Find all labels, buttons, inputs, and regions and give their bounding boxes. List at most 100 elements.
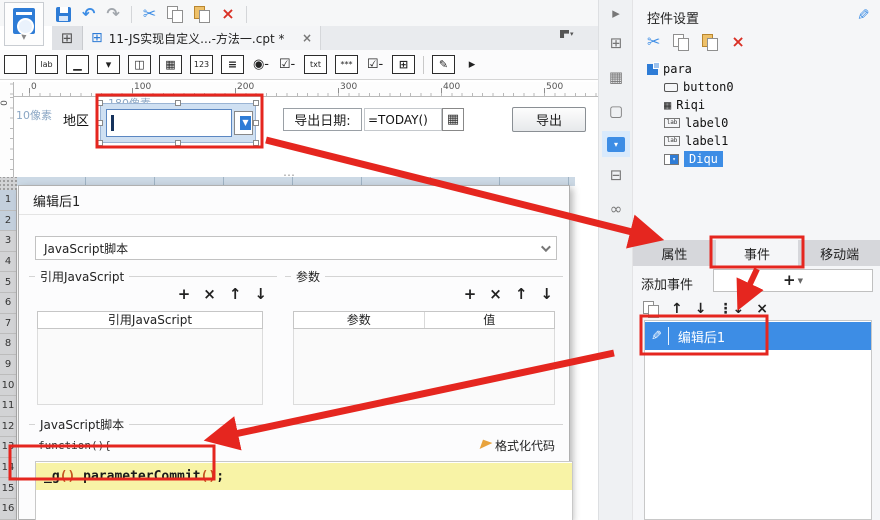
collapse-icon[interactable]: ▸ <box>599 6 633 21</box>
tree-item-para[interactable]: para <box>647 60 867 78</box>
code-editor[interactable]: _g().parameterCommit(); <box>35 461 573 520</box>
selection-handle[interactable] <box>253 120 259 126</box>
number-icon[interactable]: 123 <box>190 55 213 74</box>
row-header[interactable]: 15 <box>0 478 16 499</box>
selected-combobox-widget[interactable]: ▼ <box>100 103 256 143</box>
undo-icon[interactable]: ↶ <box>82 6 95 22</box>
combocheck-icon[interactable]: ◫ <box>128 55 151 74</box>
event-type-select[interactable]: JavaScript脚本 <box>35 236 557 260</box>
add-event-button[interactable]: + ▼ <box>713 269 873 292</box>
copy-icon[interactable] <box>673 34 690 51</box>
form-canvas[interactable]: 180像素 10像素 地区 ▼ 导出日期: =TODAY() ▦ 导出 <box>14 97 598 178</box>
row-header[interactable]: 2 <box>0 210 16 232</box>
format-code-button[interactable]: 格式化代码 <box>479 437 555 454</box>
column-header[interactable]: 值 <box>423 312 555 328</box>
delete-icon[interactable]: × <box>756 302 768 316</box>
add-icon[interactable]: + <box>178 287 191 302</box>
label-icon[interactable]: lab <box>35 55 58 74</box>
move-up-icon[interactable]: ↑ <box>229 287 242 302</box>
row-header[interactable]: 8 <box>0 334 16 355</box>
row-header[interactable]: 6 <box>0 293 16 314</box>
checkbox-icon[interactable]: ☑- <box>366 55 384 74</box>
event-list-item[interactable]: ✎ 编辑后1 <box>645 322 871 350</box>
move-down-icon[interactable]: ↓ <box>540 287 553 302</box>
delete-icon[interactable]: × <box>731 34 744 50</box>
delete-icon[interactable]: × <box>203 287 216 302</box>
report-blocks-icon[interactable]: ⊞ <box>599 36 633 51</box>
textfield-icon[interactable]: ▁ <box>66 55 89 74</box>
selection-handle[interactable] <box>97 100 103 106</box>
radiogroup-icon[interactable]: ◉- <box>252 55 270 74</box>
row-header[interactable]: 9 <box>0 355 16 376</box>
code-text[interactable]: _g().parameterCommit(); <box>36 469 224 484</box>
cut-icon[interactable]: ✂ <box>143 6 156 22</box>
cell-attributes-icon[interactable]: ▦ <box>599 70 633 85</box>
link-icon[interactable]: ∞ <box>599 202 633 217</box>
row-header[interactable]: 16 <box>0 499 16 520</box>
date-formula-field[interactable]: =TODAY() <box>364 108 442 131</box>
widget-settings-icon[interactable]: ▾ <box>602 131 630 157</box>
column-header[interactable]: 参数 <box>294 312 424 328</box>
textbox-icon[interactable] <box>4 55 27 74</box>
close-tab-icon[interactable]: × <box>302 31 312 45</box>
paste-icon[interactable] <box>702 34 719 51</box>
layers-icon[interactable]: ⊟ <box>599 168 633 183</box>
sheet-grid-icon[interactable]: ⊞ <box>52 26 83 50</box>
row-header[interactable]: 5 <box>0 272 16 293</box>
selection-handle[interactable] <box>97 140 103 146</box>
tab-事件[interactable]: 事件 <box>715 240 799 266</box>
frame-icon[interactable]: ▢ <box>599 104 633 119</box>
calendar-icon[interactable]: ▦ <box>442 108 464 131</box>
password-icon[interactable]: *** <box>335 55 358 74</box>
document-tab[interactable]: ⊞ 11-JS实现自定义...-方法一.cpt * × <box>83 26 321 50</box>
widget-edit-icon[interactable]: ✎ <box>432 55 455 74</box>
row-header[interactable]: 12 <box>0 417 16 438</box>
file-menu-button[interactable]: ▼ <box>4 2 44 46</box>
template-list-icon[interactable]: ▾ <box>560 30 574 38</box>
tab-属性[interactable]: 属性 <box>633 240 716 266</box>
move-up-icon[interactable]: ↑ <box>515 287 528 302</box>
datepicker-icon[interactable]: ▦ <box>159 55 182 74</box>
combobox-dropdown-icon[interactable]: ▼ <box>234 111 253 135</box>
checkboxgroup-icon[interactable]: ☑- <box>278 55 296 74</box>
tree-item-label0[interactable]: lab label0 <box>647 114 867 132</box>
event-list[interactable]: ✎ 编辑后1 <box>644 320 872 520</box>
row-header[interactable]: 4 <box>0 252 16 273</box>
row-header[interactable]: 1 <box>0 190 16 211</box>
copy-icon[interactable] <box>643 301 659 318</box>
richtext-icon[interactable]: ≡ <box>221 55 244 74</box>
selection-handle[interactable] <box>253 100 259 106</box>
combobox-icon[interactable]: ▾ <box>97 55 120 74</box>
save-icon[interactable] <box>56 6 71 22</box>
row-header[interactable]: 13 <box>0 437 16 458</box>
sort-icon[interactable]: ⋮↓ <box>718 302 744 316</box>
edit-pen-icon[interactable]: ✎ <box>857 6 870 24</box>
row-header[interactable]: 10 <box>0 375 16 396</box>
add-icon[interactable]: + <box>464 287 477 302</box>
more-icon[interactable]: ▸ <box>463 55 481 74</box>
sheet-corner-cell[interactable] <box>0 177 17 190</box>
row-header[interactable]: 11 <box>0 396 16 417</box>
param-table-body[interactable] <box>293 329 555 405</box>
column-header[interactable]: 引用JavaScript <box>38 312 262 328</box>
selection-handle[interactable] <box>97 120 103 126</box>
tree-item-Riqi[interactable]: ▦ Riqi <box>647 96 867 114</box>
tree-item-button0[interactable]: button0 <box>647 78 867 96</box>
delete-icon[interactable]: × <box>221 6 234 22</box>
move-down-icon[interactable]: ↓ <box>695 302 707 316</box>
delete-icon[interactable]: × <box>489 287 502 302</box>
ref-js-table-body[interactable] <box>37 329 263 405</box>
copy-icon[interactable] <box>167 6 184 23</box>
selection-handle[interactable] <box>253 140 259 146</box>
tree-icon[interactable]: ⊞ <box>392 55 415 74</box>
paste-icon[interactable] <box>194 6 211 23</box>
move-up-icon[interactable]: ↑ <box>671 302 683 316</box>
export-button[interactable]: 导出 <box>512 107 586 132</box>
textarea-icon[interactable]: txt <box>304 55 327 74</box>
redo-icon[interactable]: ↷ <box>106 6 119 22</box>
combobox-input[interactable] <box>106 109 232 137</box>
tree-item-Diqu[interactable]: Diqu <box>647 150 867 168</box>
move-down-icon[interactable]: ↓ <box>254 287 267 302</box>
tab-移动端[interactable]: 移动端 <box>798 240 880 266</box>
selection-handle[interactable] <box>175 100 181 106</box>
